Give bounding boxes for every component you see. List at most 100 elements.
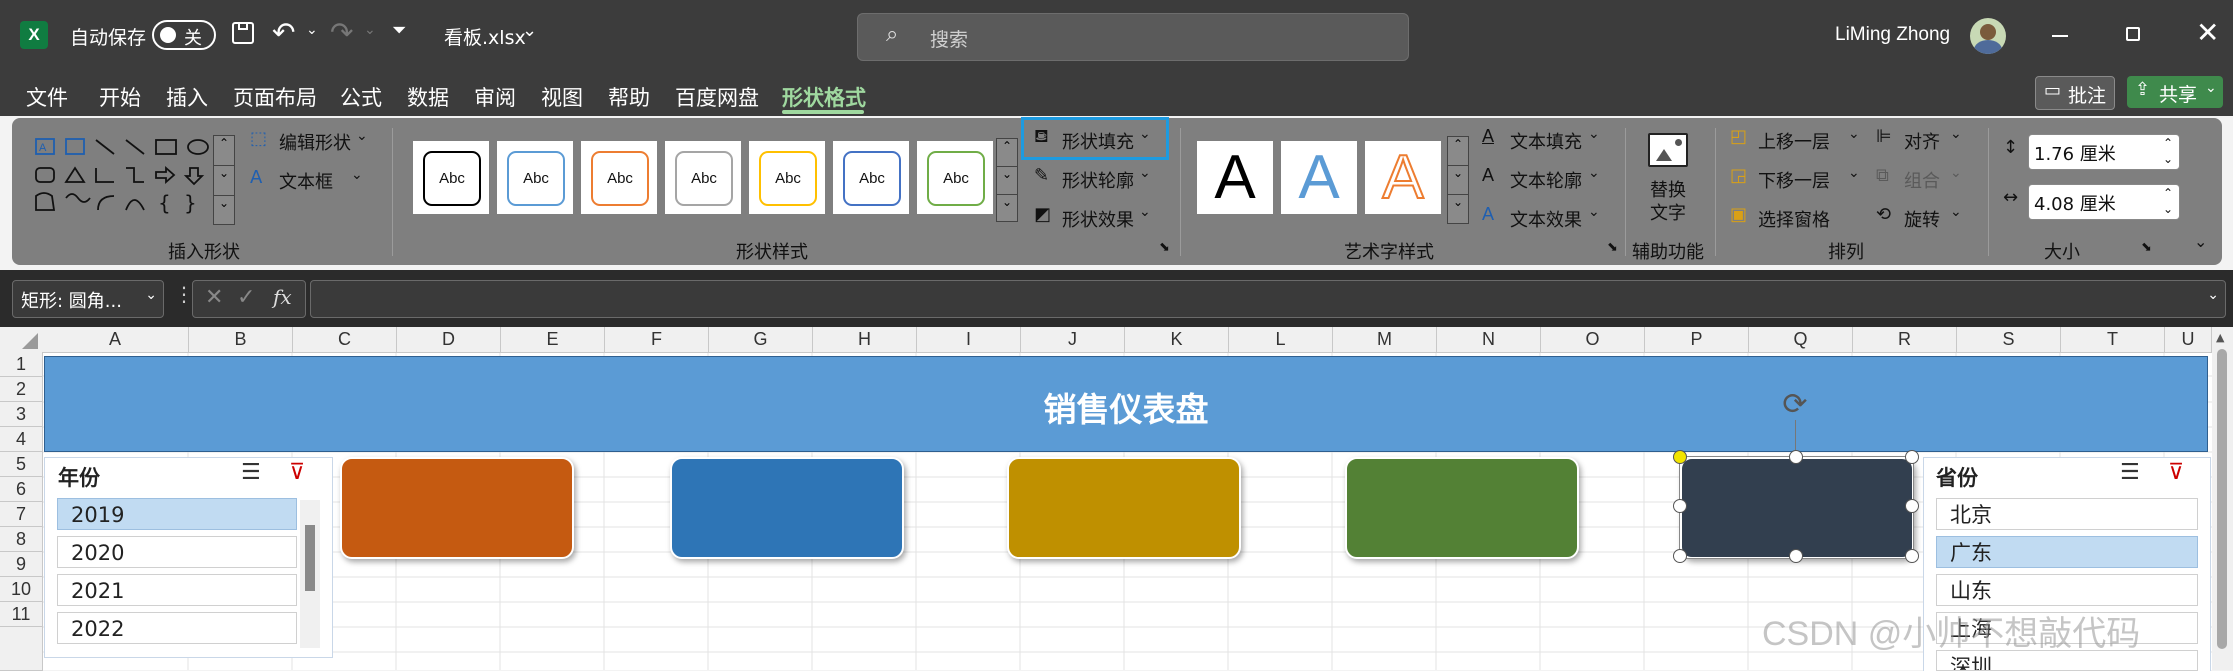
text-outline-button[interactable]: 文本轮廓 <box>1510 167 1582 193</box>
column-header[interactable]: I <box>917 327 1021 353</box>
row-header[interactable]: 11 <box>0 602 43 627</box>
row-header[interactable]: 4 <box>0 427 43 452</box>
expand-formula-icon[interactable]: ⌄ <box>2207 287 2219 303</box>
name-box-chevron-icon[interactable]: ⌄ <box>145 287 157 303</box>
column-header[interactable]: P <box>1645 327 1749 353</box>
column-header[interactable]: U <box>2165 327 2212 353</box>
column-header[interactable]: J <box>1021 327 1125 353</box>
kpi-card-3[interactable] <box>1007 457 1241 559</box>
shape-effects-button[interactable]: 形状效果 <box>1062 206 1134 232</box>
province-slicer-item[interactable]: 山东 <box>1936 574 2198 606</box>
row-header[interactable]: 3 <box>0 402 43 427</box>
bring-forward-chevron-icon[interactable]: ⌄ <box>1848 126 1860 142</box>
kpi-card-1[interactable] <box>340 457 574 559</box>
year-slicer-scrollbar[interactable] <box>300 500 320 648</box>
shape-fill-button[interactable]: 形状填充 <box>1062 128 1134 154</box>
cancel-entry-icon[interactable]: ✕ <box>205 285 223 310</box>
column-header[interactable]: T <box>2061 327 2165 353</box>
wordart-style-orange[interactable]: A <box>1365 141 1441 214</box>
tab-review[interactable]: 审阅 <box>474 82 516 112</box>
wordart-scroll[interactable]: ⌃ ⌄ ⌄ <box>1447 136 1469 224</box>
clear-filter-icon[interactable]: ⊽ <box>2168 460 2184 485</box>
row-header[interactable]: 2 <box>0 377 43 402</box>
shape-style-thumb-1[interactable]: Abc <box>413 141 489 214</box>
file-name[interactable]: 看板.xlsx <box>444 23 526 50</box>
undo-icon[interactable]: ↶ <box>272 16 295 49</box>
tab-view[interactable]: 视图 <box>541 82 583 112</box>
shape-fill-chevron-icon[interactable]: ⌄ <box>1139 126 1151 142</box>
size-launcher-icon[interactable]: ⬊ <box>2141 240 2152 255</box>
shape-width-spinner[interactable]: 4.08 厘米 ⌃ ⌄ <box>2028 184 2180 220</box>
height-spin-arrows-icon[interactable]: ⌃ ⌄ <box>2163 135 2173 167</box>
selection-pane-button[interactable]: 选择窗格 <box>1758 206 1830 232</box>
row-header[interactable]: 8 <box>0 527 43 552</box>
column-header[interactable]: R <box>1853 327 1957 353</box>
row-header[interactable]: 10 <box>0 577 43 602</box>
shape-gallery-scroll[interactable]: ⌃ ⌄ ⌄ <box>213 135 235 225</box>
kpi-card-4[interactable] <box>1345 457 1579 559</box>
row-header[interactable]: 7 <box>0 502 43 527</box>
close-icon[interactable]: ✕ <box>2196 16 2219 49</box>
select-all-button[interactable] <box>0 327 43 353</box>
column-header[interactable]: N <box>1437 327 1541 353</box>
column-header[interactable]: F <box>605 327 709 353</box>
autosave-toggle[interactable]: 关 <box>152 20 216 50</box>
tab-data[interactable]: 数据 <box>407 82 449 112</box>
text-effects-chevron-icon[interactable]: ⌄ <box>1588 204 1600 220</box>
tab-baidu-netdisk[interactable]: 百度网盘 <box>675 82 759 112</box>
text-effects-button[interactable]: 文本效果 <box>1510 206 1582 232</box>
column-header[interactable]: H <box>813 327 917 353</box>
share-button[interactable]: ⇪ 共享 ⌄ <box>2127 76 2223 108</box>
shape-styles-scroll[interactable]: ⌃ ⌄ ⌄ <box>996 138 1018 222</box>
wordart-style-blue[interactable]: A <box>1281 141 1357 214</box>
shape-outline-button[interactable]: 形状轮廓 <box>1062 167 1134 193</box>
dashboard-banner[interactable]: 销售仪表盘 <box>44 356 2208 452</box>
year-slicer-scroll-thumb[interactable] <box>305 525 315 591</box>
rotate-handle-icon[interactable]: ⟳ <box>1778 388 1812 422</box>
column-header[interactable]: D <box>397 327 501 353</box>
shape-style-thumb-6[interactable]: Abc <box>833 141 909 214</box>
text-fill-button[interactable]: 文本填充 <box>1510 128 1582 154</box>
more-options-icon[interactable]: ⋮ <box>174 282 194 306</box>
column-header[interactable]: K <box>1125 327 1229 353</box>
shape-style-thumb-3[interactable]: Abc <box>581 141 657 214</box>
column-header[interactable]: G <box>709 327 813 353</box>
shape-style-thumb-7[interactable]: Abc <box>917 141 993 214</box>
shape-outline-chevron-icon[interactable]: ⌄ <box>1139 165 1151 181</box>
textbox-button[interactable]: 文本框 <box>279 168 333 194</box>
shape-style-thumb-5[interactable]: Abc <box>749 141 825 214</box>
adjust-handle[interactable] <box>1673 450 1687 464</box>
width-spin-arrows-icon[interactable]: ⌃ ⌄ <box>2163 185 2173 217</box>
wordart-style-black[interactable]: A <box>1197 141 1273 214</box>
resize-handle[interactable] <box>1673 499 1687 513</box>
tab-file[interactable]: 文件 <box>26 82 68 112</box>
resize-handle[interactable] <box>1905 549 1919 563</box>
shape-effects-chevron-icon[interactable]: ⌄ <box>1139 204 1151 220</box>
restore-icon[interactable] <box>2126 27 2140 41</box>
province-slicer-item[interactable]: 北京 <box>1936 498 2198 530</box>
column-header[interactable]: A <box>42 327 189 353</box>
resize-handle[interactable] <box>1789 450 1803 464</box>
kpi-card-2[interactable] <box>670 457 904 559</box>
comments-button[interactable]: ▭ 批注 <box>2035 76 2115 110</box>
resize-handle[interactable] <box>1789 549 1803 563</box>
scrollbar-thumb[interactable] <box>2217 349 2227 649</box>
column-header[interactable]: B <box>189 327 293 353</box>
edit-shape-chevron-icon[interactable]: ⌄ <box>356 128 368 144</box>
rotate-chevron-icon[interactable]: ⌄ <box>1950 204 1962 220</box>
column-header[interactable]: M <box>1333 327 1437 353</box>
row-header[interactable]: 1 <box>0 352 43 377</box>
shape-gallery[interactable]: A {} <box>34 136 224 222</box>
clear-filter-icon[interactable]: ⊽ <box>289 460 305 485</box>
scroll-up-icon[interactable]: ▲ <box>2216 331 2224 344</box>
resize-handle[interactable] <box>1905 450 1919 464</box>
alt-text-button-line2[interactable]: 文字 <box>1650 199 1686 225</box>
send-backward-button[interactable]: 下移一层 <box>1758 167 1830 193</box>
year-slicer-item[interactable]: 2022 <box>57 612 297 644</box>
text-fill-chevron-icon[interactable]: ⌄ <box>1588 126 1600 142</box>
year-slicer-item[interactable]: 2019 <box>57 498 297 530</box>
shape-style-thumb-2[interactable]: Abc <box>497 141 573 214</box>
confirm-entry-icon[interactable]: ✓ <box>237 285 255 310</box>
year-slicer-item[interactable]: 2020 <box>57 536 297 568</box>
name-box[interactable]: 矩形: 圆角... ⌄ <box>12 280 164 318</box>
